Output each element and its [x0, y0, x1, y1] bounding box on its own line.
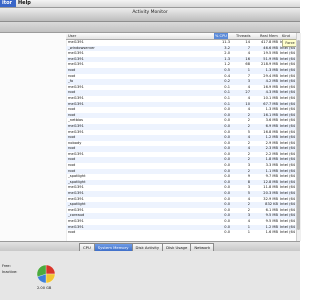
table-row[interactable]: root 0.0 1 1.6 MBIntel (64 bit) — [66, 230, 296, 236]
column-header-real-mem[interactable]: Real Mem — [260, 33, 278, 39]
monitor-tabs: CPU System Memory Disk Activity Disk Usage N… — [79, 243, 215, 252]
window-titlebar: Activity Monitor — [0, 8, 300, 22]
memory-label-inactive: Inactive: — [2, 270, 18, 274]
column-header-threads[interactable]: Threads — [236, 33, 250, 39]
menu-help[interactable]: Help — [18, 0, 31, 7]
cell-user: root — [68, 230, 76, 235]
column-header-user[interactable]: User — [68, 33, 76, 39]
column-header-cpu[interactable]: % CPU — [214, 33, 228, 39]
menu-app-name[interactable]: itor — [0, 0, 16, 7]
toolbar — [0, 22, 300, 33]
memory-label-free: Free: — [2, 264, 11, 268]
table-header: User % CPU Threads Real Mem Kind — [66, 33, 296, 40]
memory-pie-chart — [36, 264, 56, 284]
menu-bar: itor Help — [0, 0, 300, 8]
pie-slice-wired — [45, 264, 56, 275]
cell-kind: Intel (64 bit) — [280, 230, 296, 235]
cell-real-mem: 1.6 MB — [265, 230, 278, 235]
cell-threads: 1 — [247, 230, 250, 235]
memory-total-value: 2.00 GB — [37, 286, 52, 290]
process-table: mel139111.314417.8 MBIntel_windowserver3… — [66, 40, 296, 241]
cell-cpu: 0.0 — [224, 230, 230, 235]
pie-slice-active — [45, 273, 56, 284]
window-title: Activity Monitor — [132, 10, 168, 15]
process-name-column — [0, 33, 67, 241]
scrollbar-thumb[interactable] — [297, 40, 300, 230]
